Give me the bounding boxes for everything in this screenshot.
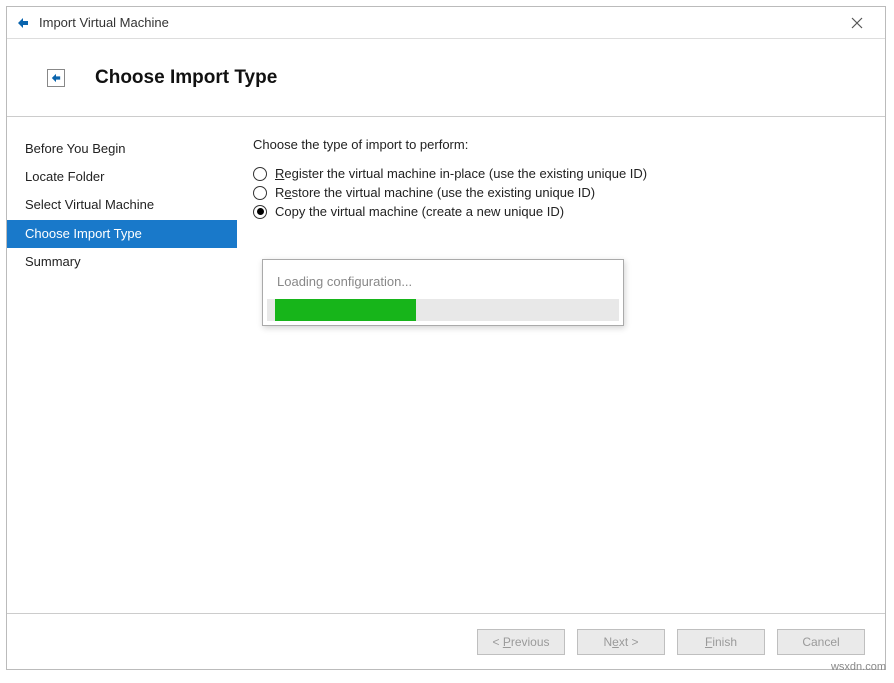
wizard-window: Import Virtual Machine Choose Import Typ… [6,6,886,670]
sidebar: Before You Begin Locate Folder Select Vi… [7,117,237,613]
sidebar-item-select-vm[interactable]: Select Virtual Machine [7,191,237,219]
button-label: < Previous [492,635,549,649]
next-button[interactable]: Next > [577,629,665,655]
instruction-text: Choose the type of import to perform: [253,137,865,152]
radio-icon [253,167,267,181]
radio-icon [253,186,267,200]
radio-copy[interactable]: Copy the virtual machine (create a new u… [253,204,865,219]
radio-register-in-place[interactable]: Register the virtual machine in-place (u… [253,166,865,181]
radio-label: Copy the virtual machine (create a new u… [275,204,564,219]
wizard-body: Before You Begin Locate Folder Select Vi… [7,117,885,613]
progress-text: Loading configuration... [263,260,623,299]
sidebar-item-locate-folder[interactable]: Locate Folder [7,163,237,191]
cancel-button[interactable]: Cancel [777,629,865,655]
finish-button[interactable]: Finish [677,629,765,655]
progress-dialog: Loading configuration... [262,259,624,326]
content-pane: Choose the type of import to perform: Re… [237,117,885,613]
sidebar-item-choose-import-type[interactable]: Choose Import Type [7,220,237,248]
radio-icon [253,205,267,219]
window-title: Import Virtual Machine [39,15,837,30]
titlebar: Import Virtual Machine [7,7,885,39]
button-label: Next > [603,635,638,649]
page-title: Choose Import Type [95,67,277,89]
radio-restore[interactable]: Restore the virtual machine (use the exi… [253,185,865,200]
import-icon [47,69,65,87]
app-icon [15,15,31,31]
close-button[interactable] [837,7,877,38]
progress-bar [267,299,619,321]
sidebar-item-before-you-begin[interactable]: Before You Begin [7,135,237,163]
progress-fill [275,299,416,321]
sidebar-item-summary[interactable]: Summary [7,248,237,276]
previous-button[interactable]: < Previous [477,629,565,655]
wizard-header: Choose Import Type [7,39,885,117]
button-label: Cancel [802,635,839,649]
radio-label: Restore the virtual machine (use the exi… [275,185,595,200]
radio-label: Register the virtual machine in-place (u… [275,166,647,181]
wizard-footer: < Previous Next > Finish Cancel [7,613,885,669]
button-label: Finish [705,635,737,649]
watermark: wsxdn.com [831,661,886,673]
